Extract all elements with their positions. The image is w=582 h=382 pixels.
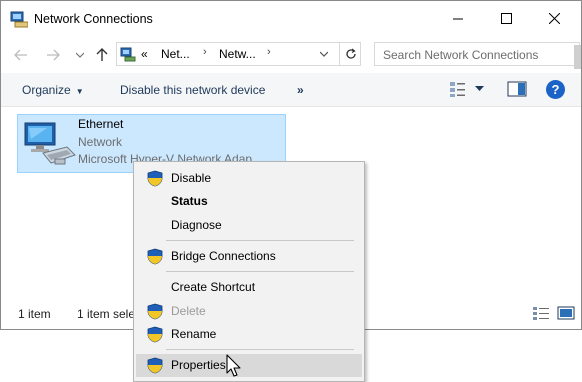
menu-item-create-shortcut[interactable]: Create Shortcut <box>136 276 362 299</box>
minimize-button[interactable] <box>435 1 481 35</box>
menu-item-status[interactable]: Status <box>136 190 362 213</box>
forward-button[interactable] <box>43 45 63 65</box>
menu-item-rename[interactable]: Rename <box>136 323 362 346</box>
uac-shield-icon <box>147 326 163 343</box>
dropdown-arrow-icon: ▼ <box>75 87 84 96</box>
arrow-left-icon <box>14 49 27 61</box>
uac-shield-icon <box>147 170 163 187</box>
organize-button[interactable]: Organize ▼ <box>22 83 84 97</box>
mouse-cursor-icon <box>226 354 241 377</box>
refresh-button[interactable] <box>339 43 361 65</box>
up-button[interactable] <box>92 45 112 65</box>
menu-separator <box>166 349 354 350</box>
disable-device-button[interactable]: Disable this network device <box>120 83 265 97</box>
menu-item-label: Status <box>171 194 208 208</box>
menu-item-label: Bridge Connections <box>171 249 276 263</box>
context-menu: Disable Status Diagnose Bridge Connectio… <box>133 161 365 382</box>
recent-locations-button[interactable] <box>73 45 87 65</box>
address-bar[interactable]: « Net... › Netw... › <box>116 42 361 66</box>
change-view-icon[interactable] <box>448 80 466 98</box>
menu-item-label: Properties <box>171 358 226 372</box>
selection-count: 1 item sele <box>77 307 136 321</box>
menu-item-label: Diagnose <box>171 218 222 232</box>
search-placeholder: Search Network Connections <box>383 48 539 62</box>
search-input[interactable]: Search Network Connections <box>374 42 580 66</box>
menu-item-bridge-connections[interactable]: Bridge Connections <box>136 245 362 268</box>
view-options-dropdown-icon[interactable] <box>475 86 484 92</box>
breadcrumb-separator-icon[interactable]: › <box>203 46 207 58</box>
network-connections-icon <box>120 47 136 62</box>
large-icons-view-icon[interactable] <box>557 306 575 320</box>
menu-item-label: Create Shortcut <box>171 280 256 294</box>
command-bar: Organize ▼ Disable this network device » … <box>1 73 581 107</box>
arrow-right-icon <box>47 49 60 61</box>
navigation-bar: « Net... › Netw... › Search Network Conn… <box>1 37 581 73</box>
minimize-icon <box>452 18 463 19</box>
breadcrumb-separator-icon[interactable]: › <box>267 46 271 58</box>
uac-shield-icon <box>147 357 163 374</box>
details-view-icon[interactable] <box>532 306 550 320</box>
menu-item-delete[interactable]: Delete <box>136 300 362 323</box>
uac-shield-icon <box>147 303 163 320</box>
network-adapter-icon <box>24 122 76 165</box>
menu-item-properties[interactable]: Properties <box>136 354 362 377</box>
maximize-button[interactable] <box>483 1 529 35</box>
preview-pane-icon[interactable] <box>507 80 527 98</box>
breadcrumb-item-2[interactable]: Netw... <box>219 47 256 61</box>
window-title: Network Connections <box>34 12 153 26</box>
more-commands-button[interactable]: » <box>297 83 304 97</box>
close-icon <box>548 12 560 24</box>
item-status: Network <box>78 135 123 149</box>
menu-item-label: Delete <box>171 304 206 318</box>
menu-separator <box>166 271 354 272</box>
menu-item-label: Rename <box>171 327 217 341</box>
search-resize-handle[interactable] <box>574 45 581 69</box>
organize-label: Organize <box>22 83 71 97</box>
back-button[interactable] <box>11 45 31 65</box>
help-button[interactable]: ? <box>546 80 565 99</box>
breadcrumb-overflow[interactable]: « <box>141 47 148 61</box>
chevron-down-icon <box>320 51 328 57</box>
title-bar[interactable]: Network Connections <box>1 1 581 37</box>
close-button[interactable] <box>531 1 577 35</box>
menu-item-disable[interactable]: Disable <box>136 167 362 190</box>
arrow-up-icon <box>96 48 108 61</box>
menu-item-label: Disable <box>171 171 212 185</box>
help-icon: ? <box>551 82 560 97</box>
refresh-icon <box>345 48 356 59</box>
item-name: Ethernet <box>78 117 124 131</box>
menu-item-diagnose[interactable]: Diagnose <box>136 214 362 237</box>
breadcrumb-item-1[interactable]: Net... <box>161 47 190 61</box>
menu-separator <box>166 240 354 241</box>
chevron-down-icon <box>76 52 84 58</box>
address-history-button[interactable] <box>315 45 333 63</box>
network-connections-app-icon <box>10 11 28 28</box>
uac-shield-icon <box>147 248 163 265</box>
maximize-icon <box>500 12 512 24</box>
item-count: 1 item <box>18 307 51 321</box>
